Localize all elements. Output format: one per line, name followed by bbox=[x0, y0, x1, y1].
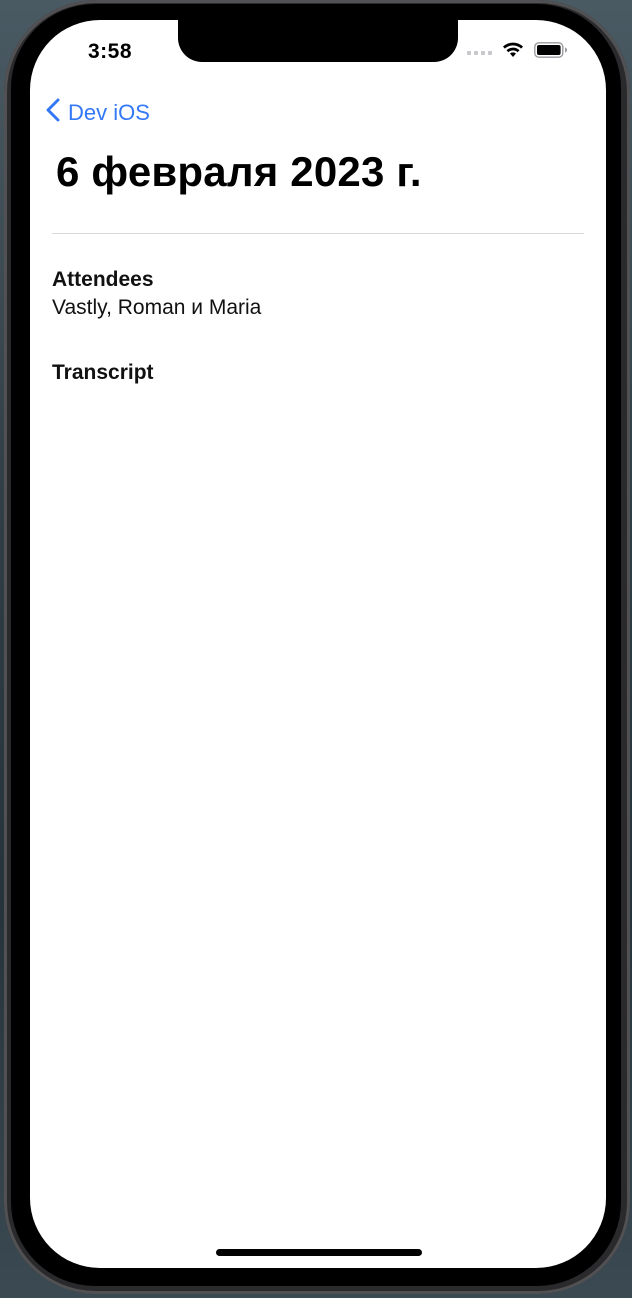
attendees-section: Attendees Vastly, Roman и Maria bbox=[52, 268, 261, 320]
transcript-section: Transcript bbox=[52, 361, 154, 385]
status-icons bbox=[467, 42, 568, 58]
notch bbox=[178, 20, 458, 62]
chevron-left-icon bbox=[46, 98, 60, 128]
transcript-heading: Transcript bbox=[52, 361, 154, 384]
page-title: 6 февраля 2023 г. bbox=[56, 148, 422, 195]
attendees-heading: Attendees bbox=[52, 268, 154, 291]
back-button[interactable]: Dev iOS bbox=[46, 98, 150, 128]
battery-icon bbox=[534, 42, 568, 58]
phone-screen: 3:58 Dev iOS 6 февраля 2023 г. Attendees… bbox=[30, 20, 606, 1268]
wifi-icon bbox=[502, 42, 524, 58]
title-divider bbox=[52, 233, 584, 234]
cellular-signal-icon bbox=[467, 45, 492, 55]
status-time: 3:58 bbox=[88, 40, 133, 63]
back-button-label: Dev iOS bbox=[68, 100, 150, 125]
attendees-value: Vastly, Roman и Maria bbox=[52, 296, 262, 319]
home-indicator[interactable] bbox=[216, 1249, 422, 1256]
